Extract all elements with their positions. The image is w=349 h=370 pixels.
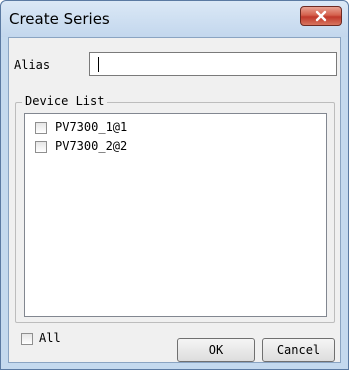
device-list[interactable]: PV7300_1@1 PV7300_2@2 [24, 113, 327, 317]
alias-label: Alias [14, 58, 51, 72]
close-button[interactable] [300, 6, 342, 26]
device-checkbox[interactable] [35, 122, 47, 134]
device-label: PV7300_1@1 [55, 120, 128, 134]
device-checkbox[interactable] [35, 141, 47, 153]
ok-button[interactable]: OK [177, 338, 255, 362]
alias-input[interactable] [89, 52, 337, 76]
device-list-title: Device List [22, 94, 108, 108]
close-icon [315, 10, 327, 22]
dialog-body: Alias Device List PV7300_1@1 PV7300_2@2 … [8, 37, 341, 363]
cancel-button[interactable]: Cancel [262, 338, 335, 362]
window-title: Create Series [9, 10, 110, 28]
title-bar[interactable]: Create Series [1, 1, 348, 37]
all-label: All [39, 331, 61, 345]
all-checkbox[interactable] [21, 333, 33, 345]
all-checkbox-option[interactable]: All [18, 330, 88, 348]
device-label: PV7300_2@2 [55, 139, 128, 153]
text-caret [98, 57, 99, 72]
create-series-dialog: Create Series Alias Device List PV7300_1… [0, 0, 349, 370]
list-item[interactable]: PV7300_2@2 [25, 138, 326, 156]
list-item[interactable]: PV7300_1@1 [25, 119, 326, 137]
